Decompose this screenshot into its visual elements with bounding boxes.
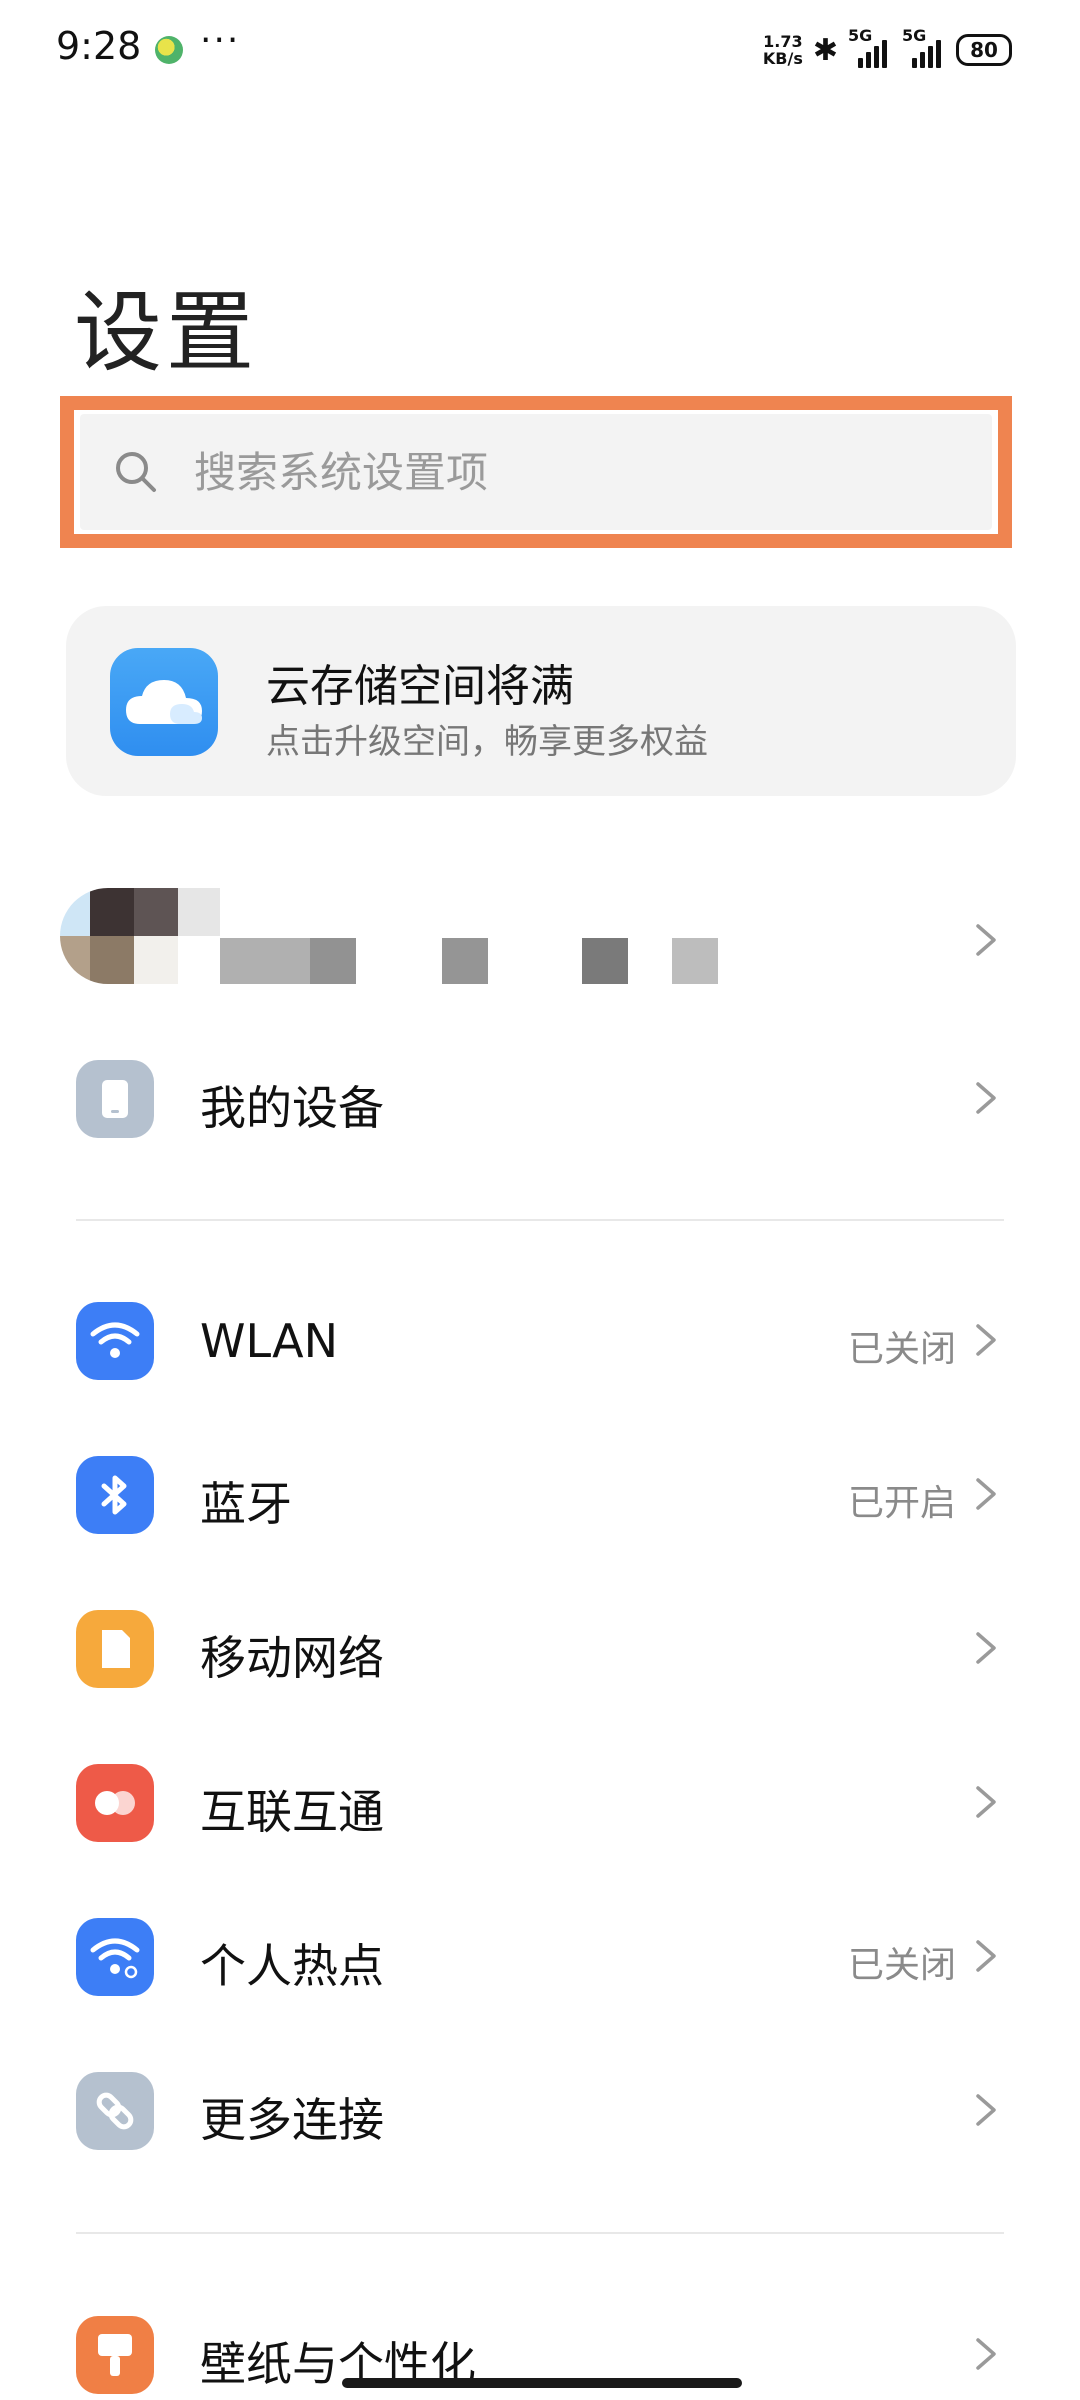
wifi-icon [76, 1302, 154, 1380]
cloud-card-title: 云存储空间将满 [266, 661, 574, 712]
paint-brush-icon [76, 2316, 154, 2394]
link-icon [76, 2072, 154, 2150]
account-avatar [60, 888, 220, 984]
bluetooth-status-icon: ✱ [812, 32, 838, 68]
row-wlan[interactable]: WLAN 已关闭 [0, 1270, 1080, 1410]
row-status: 已关闭 [847, 1329, 956, 1370]
section-divider [76, 1219, 1004, 1221]
row-label: 更多连接 [200, 2093, 384, 2147]
search-input[interactable] [194, 447, 954, 497]
chevron-right-icon [976, 1478, 996, 1510]
battery-level: 80 [970, 38, 998, 62]
home-indicator[interactable] [342, 2378, 742, 2388]
chevron-right-icon [976, 1786, 996, 1818]
chevron-right-icon [976, 1940, 996, 1972]
account-row[interactable] [60, 880, 1020, 1000]
chevron-right-icon [976, 2338, 996, 2370]
search-icon [112, 448, 160, 496]
network-speed: 1.73 KB/s [763, 33, 803, 67]
row-status: 已关闭 [847, 1945, 956, 1986]
signal-1-icon: 5G [848, 26, 892, 68]
hotspot-icon [76, 1918, 154, 1996]
device-icon [76, 1060, 154, 1138]
cloud-storage-card[interactable]: 云存储空间将满 点击升级空间，畅享更多权益 [66, 606, 1016, 796]
account-name-redacted [220, 938, 790, 984]
more-notifications-icon: ··· [200, 20, 241, 61]
cloud-icon [110, 648, 218, 756]
row-my-device[interactable]: 我的设备 [0, 1028, 1080, 1168]
bluetooth-icon [76, 1456, 154, 1534]
chevron-right-icon [976, 2094, 996, 2126]
row-bluetooth[interactable]: 蓝牙 已开启 [0, 1424, 1080, 1564]
chevron-right-icon [976, 1632, 996, 1664]
cloud-card-subtitle: 点击升级空间，畅享更多权益 [266, 722, 708, 762]
connect-icon [76, 1764, 154, 1842]
battery-icon: 80 [956, 34, 1012, 66]
row-interconnect[interactable]: 互联互通 [0, 1732, 1080, 1872]
row-status: 已开启 [847, 1483, 956, 1524]
row-label: 个人热点 [200, 1939, 384, 1993]
row-personal-hotspot[interactable]: 个人热点 已关闭 [0, 1886, 1080, 2026]
search-bar[interactable] [80, 414, 992, 530]
signal-2-icon: 5G [902, 26, 946, 68]
status-time: 9:28 [56, 24, 142, 68]
status-bar: 9:28 ··· 1.73 KB/s ✱ 5G 5G 80 [0, 0, 1080, 100]
row-label: 我的设备 [200, 1081, 384, 1135]
chevron-right-icon [976, 1082, 996, 1114]
network-speed-unit: KB/s [762, 49, 803, 68]
chevron-right-icon [976, 924, 996, 956]
row-label: 蓝牙 [200, 1477, 292, 1531]
page-title: 设置 [74, 281, 259, 384]
row-mobile-network[interactable]: 移动网络 [0, 1578, 1080, 1718]
row-label: WLAN [200, 1314, 339, 1368]
chevron-right-icon [976, 1324, 996, 1356]
notification-app-icon [155, 36, 183, 64]
status-indicators: 1.73 KB/s ✱ 5G 5G 80 [763, 26, 1012, 72]
signal-1-label: 5G [848, 26, 873, 45]
signal-2-label: 5G [902, 26, 927, 45]
row-more-connections[interactable]: 更多连接 [0, 2040, 1080, 2180]
sim-card-icon [76, 1610, 154, 1688]
row-label: 互联互通 [200, 1785, 384, 1839]
network-speed-value: 1.73 [763, 32, 803, 51]
row-label: 移动网络 [200, 1631, 384, 1685]
section-divider [76, 2232, 1004, 2234]
